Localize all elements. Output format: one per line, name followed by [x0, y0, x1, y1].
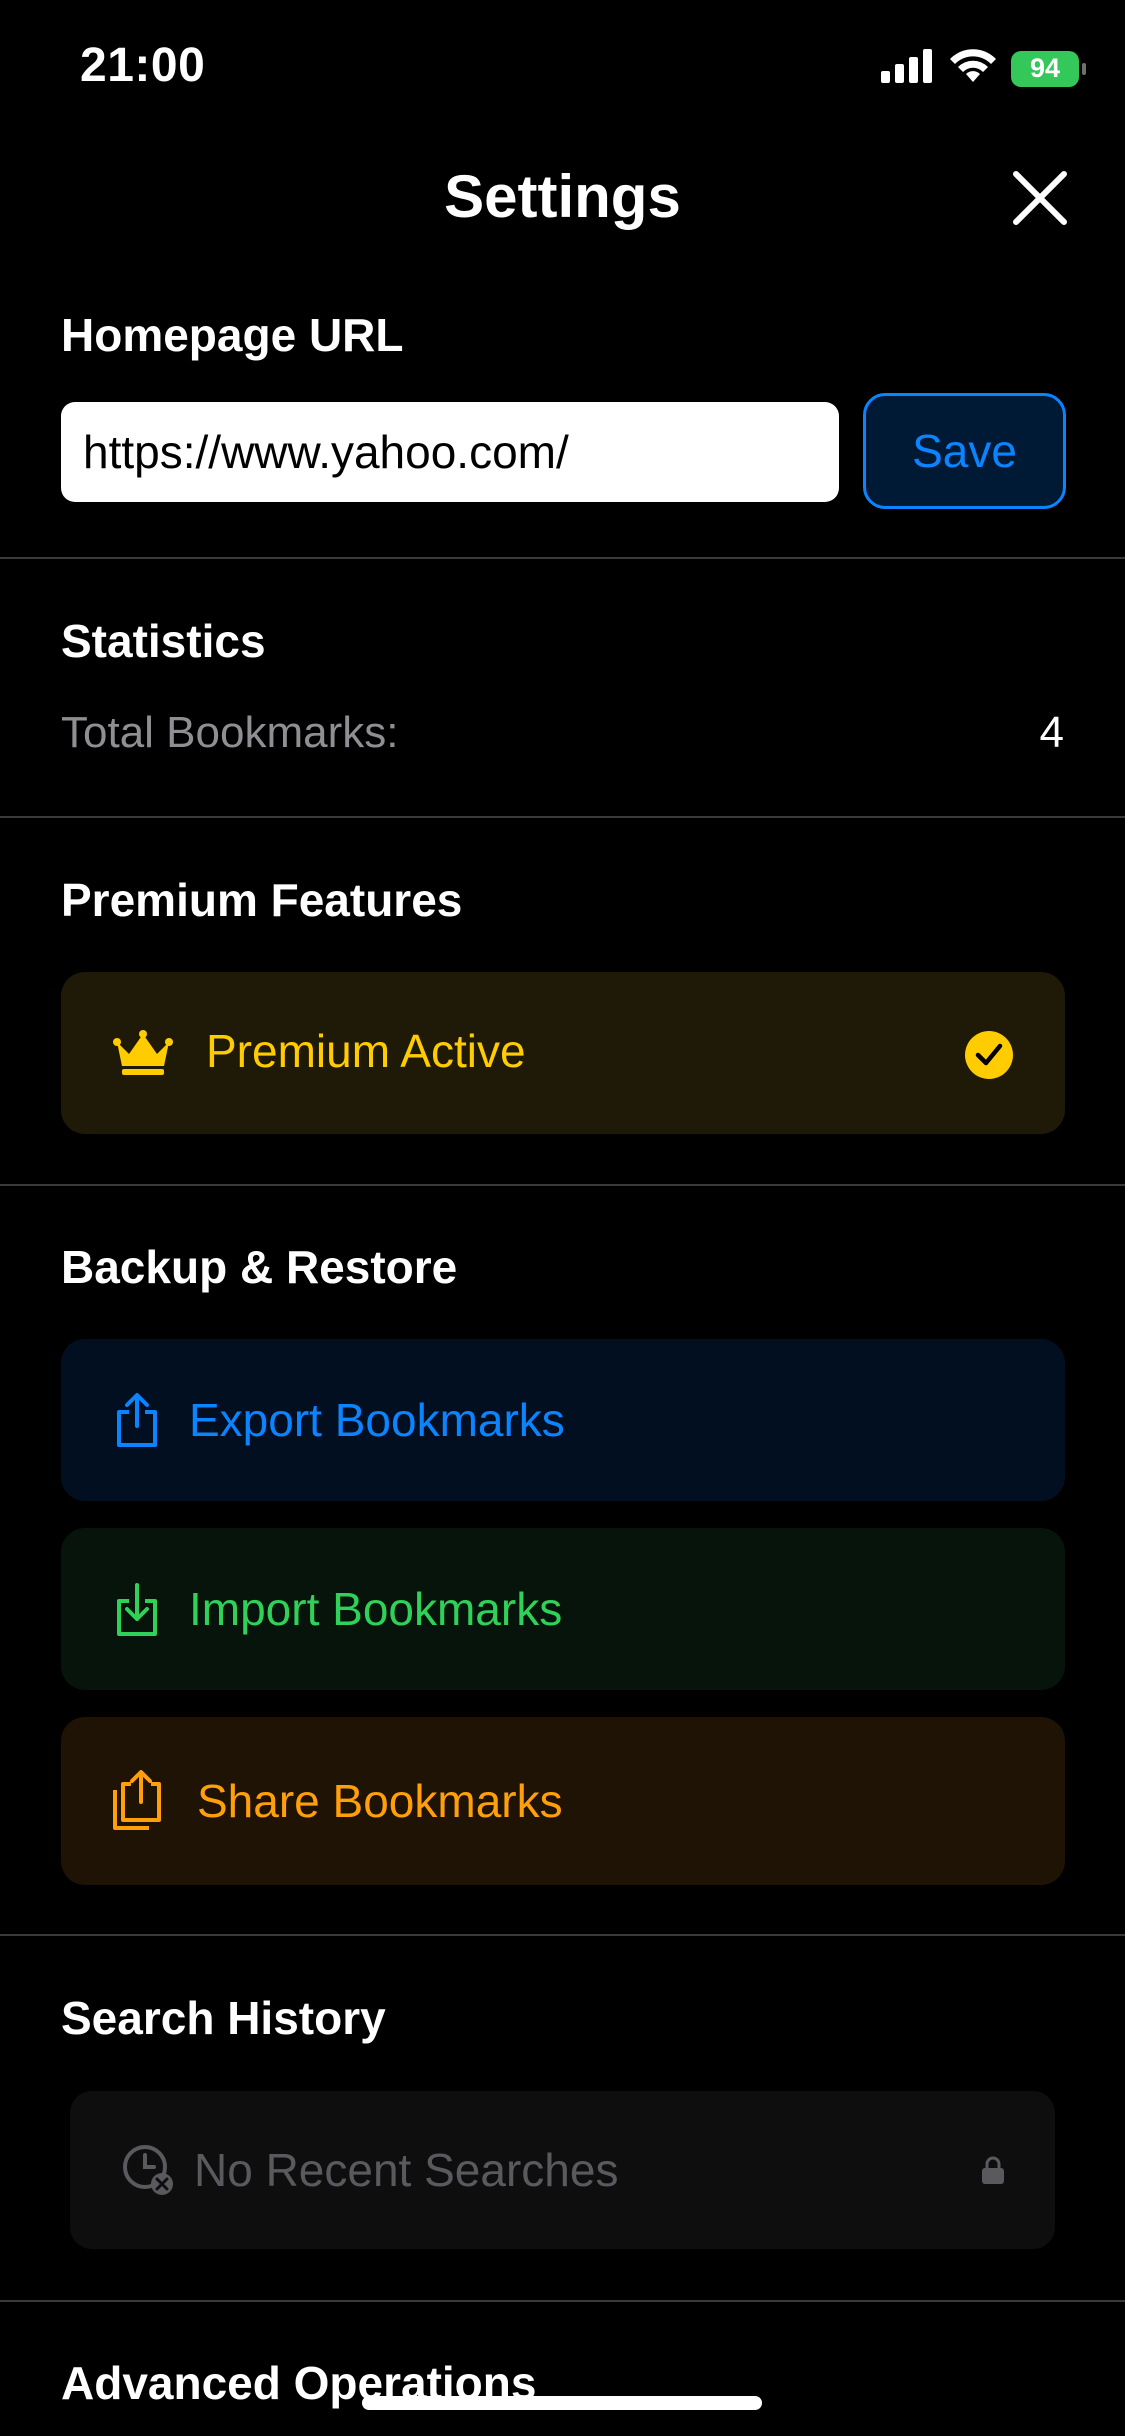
stacked-share-icon [107, 1770, 167, 1831]
divider [0, 816, 1125, 818]
page-title: Settings [444, 163, 681, 230]
import-bookmarks-label: Import Bookmarks [189, 1583, 563, 1635]
share-bookmarks-button[interactable]: Share Bookmarks [61, 1717, 1065, 1885]
lock-icon [981, 2155, 1005, 2185]
save-button[interactable]: Save [863, 393, 1066, 509]
status-time: 21:00 [80, 39, 206, 92]
search-history-section-title: Search History [61, 1992, 386, 2044]
battery-icon: 94 [1011, 50, 1086, 87]
share-upload-icon [107, 1390, 167, 1450]
battery-level: 94 [1029, 53, 1061, 83]
export-bookmarks-label: Export Bookmarks [189, 1394, 565, 1446]
clock-x-icon [120, 2142, 176, 2198]
share-bookmarks-label: Share Bookmarks [197, 1775, 563, 1827]
import-bookmarks-button[interactable]: Import Bookmarks [61, 1528, 1065, 1690]
download-tray-icon [107, 1579, 167, 1639]
close-button[interactable] [1008, 166, 1072, 230]
search-history-empty-card: No Recent Searches [70, 2091, 1055, 2249]
divider [0, 1934, 1125, 1936]
homepage-section-title: Homepage URL [61, 309, 404, 361]
close-icon [1013, 171, 1067, 225]
crown-icon [113, 1030, 173, 1081]
divider [0, 2300, 1125, 2302]
premium-section-title: Premium Features [61, 874, 463, 926]
total-bookmarks-label: Total Bookmarks: [61, 708, 399, 757]
statistics-section-title: Statistics [61, 615, 266, 667]
cellular-signal-icon [881, 49, 935, 88]
checkmark-circle-icon [965, 1031, 1013, 1084]
homepage-url-input[interactable] [61, 402, 839, 502]
total-bookmarks-value: 4 [1039, 708, 1064, 757]
home-indicator[interactable] [362, 2396, 762, 2410]
wifi-icon [949, 48, 997, 89]
backup-section-title: Backup & Restore [61, 1241, 458, 1293]
divider [0, 1184, 1125, 1186]
divider [0, 557, 1125, 559]
no-recent-searches-label: No Recent Searches [194, 2144, 619, 2196]
premium-active-label: Premium Active [206, 1025, 526, 1077]
export-bookmarks-button[interactable]: Export Bookmarks [61, 1339, 1065, 1501]
status-icons: 94 [881, 48, 1086, 89]
